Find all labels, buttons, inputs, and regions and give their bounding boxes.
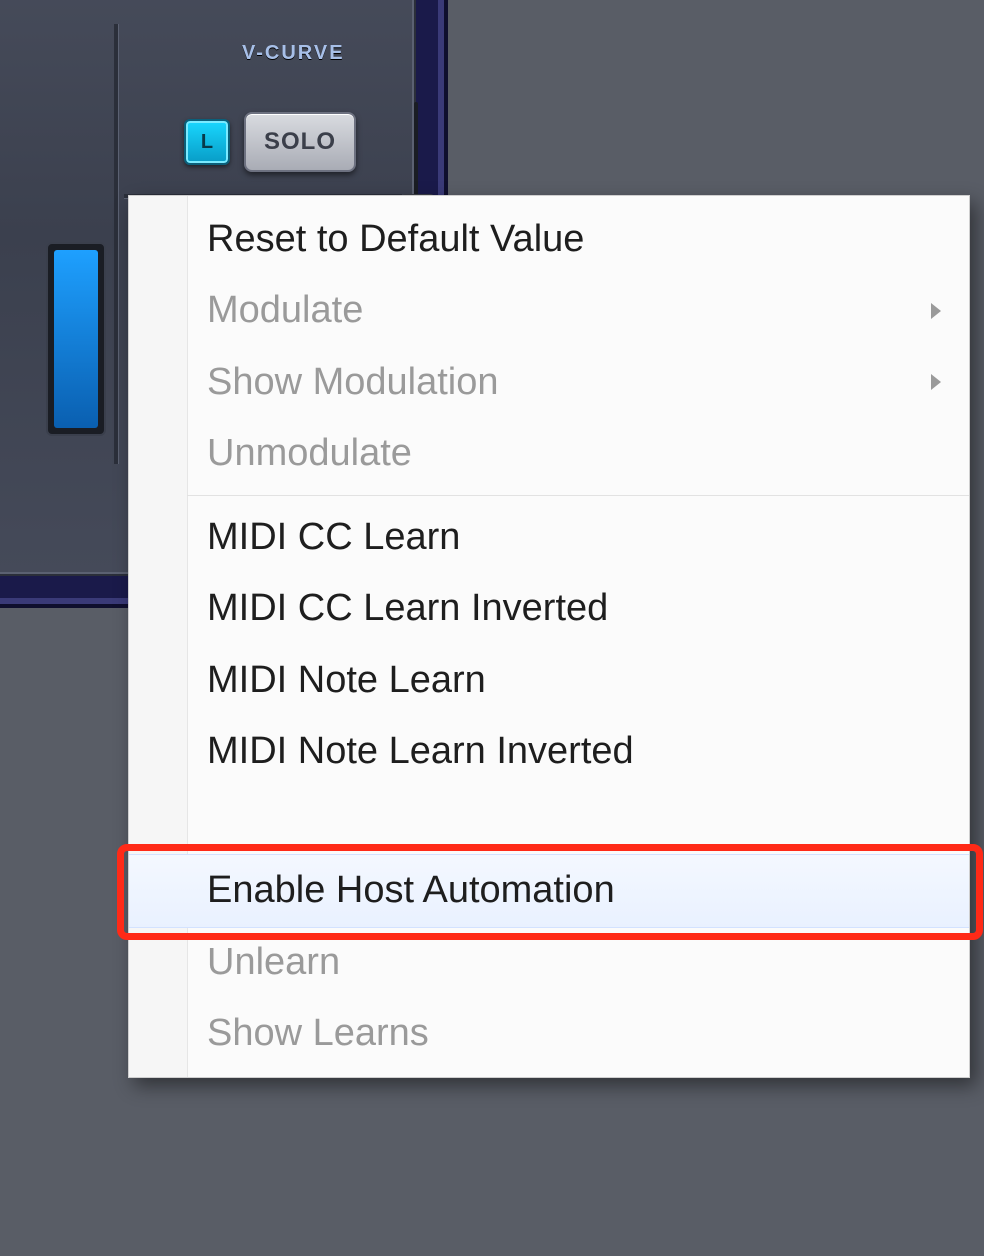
menu-item-unmodulate[interactable]: Unmodulate [129, 418, 969, 489]
menu-item-label: Reset to Default Value [207, 218, 584, 260]
menu-item-midi-note-learn[interactable]: MIDI Note Learn [129, 645, 969, 716]
menu-item-midi-cc-learn[interactable]: MIDI CC Learn [129, 502, 969, 573]
menu-item-enable-host-automation[interactable]: Enable Host Automation [129, 854, 969, 927]
menu-item-label: Modulate [207, 289, 363, 331]
menu-item-show-modulation[interactable]: Show Modulation [129, 347, 969, 418]
menu-item-show-learns[interactable]: Show Learns [129, 998, 969, 1069]
l-toggle-button[interactable]: L [184, 119, 230, 165]
solo-button[interactable]: SOLO [244, 112, 356, 172]
menu-item-label: Enable Host Automation [207, 869, 615, 911]
vcurve-label: V-CURVE [242, 42, 345, 65]
solo-button-label: SOLO [264, 128, 336, 156]
menu-item-label: Unlearn [207, 941, 340, 983]
menu-item-label: MIDI CC Learn [207, 516, 460, 558]
menu-item-unlearn[interactable]: Unlearn [129, 927, 969, 998]
l-toggle-label: L [201, 131, 213, 154]
menu-item-midi-cc-learn-inverted[interactable]: MIDI CC Learn Inverted [129, 573, 969, 644]
menu-item-modulate[interactable]: Modulate [129, 275, 969, 346]
menu-item-label: MIDI Note Learn Inverted [207, 730, 634, 772]
level-meter-fill [54, 250, 98, 428]
submenu-arrow-icon [931, 303, 941, 319]
panel-divider [114, 24, 118, 464]
menu-blank-row [129, 787, 969, 855]
context-menu: Reset to Default Value Modulate Show Mod… [128, 195, 970, 1078]
context-menu-list: Reset to Default Value Modulate Show Mod… [129, 196, 969, 1077]
menu-item-label: Unmodulate [207, 432, 412, 474]
submenu-arrow-icon [931, 374, 941, 390]
menu-item-label: Show Learns [207, 1012, 429, 1054]
menu-item-midi-note-learn-inverted[interactable]: MIDI Note Learn Inverted [129, 716, 969, 787]
menu-item-label: MIDI CC Learn Inverted [207, 587, 608, 629]
menu-item-label: MIDI Note Learn [207, 659, 486, 701]
menu-item-reset-default[interactable]: Reset to Default Value [129, 204, 969, 275]
menu-separator [187, 495, 969, 496]
level-meter [46, 242, 106, 436]
menu-item-label: Show Modulation [207, 361, 499, 403]
